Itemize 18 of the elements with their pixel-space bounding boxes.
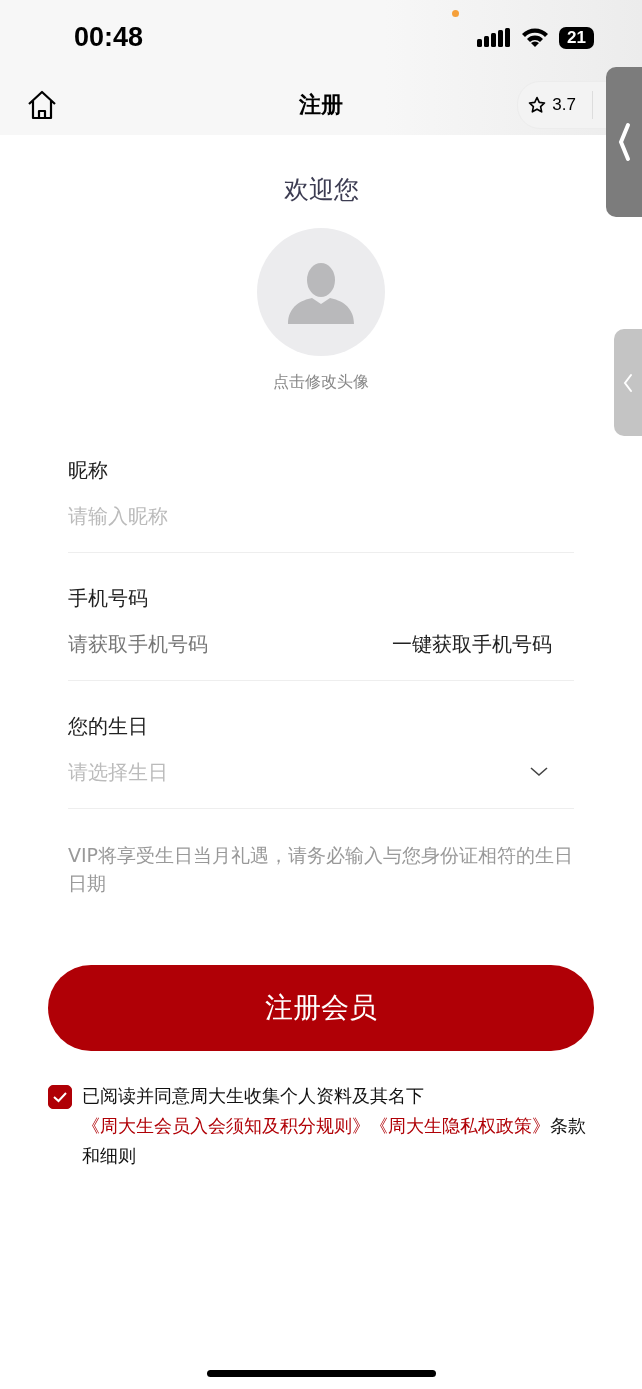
policy-link[interactable]: 《周大生会员入会须知及积分规则》 xyxy=(82,1115,370,1136)
page-title: 注册 xyxy=(299,91,343,119)
status-time: 00:48 xyxy=(74,22,144,53)
avatar-hint: 点击修改头像 xyxy=(273,372,369,393)
field-label: 手机号码 xyxy=(68,585,149,612)
agreement-text: 已阅读并同意周大生收集个人资料及其名下 《周大生会员入会须知及积分规则》《周大生隐私权政策》条款和细则 xyxy=(82,1084,587,1168)
get-phone-link[interactable]: 一键获取手机号码 xyxy=(392,630,552,658)
field-label: 您的生日 xyxy=(68,713,149,740)
welcome-heading: 欢迎您 xyxy=(283,174,359,206)
input-field[interactable]: 请获取手机号码 xyxy=(68,632,392,656)
battery-icon: 21 xyxy=(559,26,594,49)
rating-text: 3.7 xyxy=(552,95,576,115)
input-field[interactable]: 请输入昵称 xyxy=(68,504,574,528)
input-field[interactable]: 请选择生日 xyxy=(68,760,530,784)
field-label: 昵称 xyxy=(68,457,109,484)
policy-link[interactable]: 《周大生隐私权政策》 xyxy=(370,1115,550,1136)
birthday-note: VIP将享受生日当月礼遇，请务必输入与您身份证相符的生日日期 xyxy=(68,843,574,896)
register-button[interactable]: 注册会员 xyxy=(48,965,594,1051)
